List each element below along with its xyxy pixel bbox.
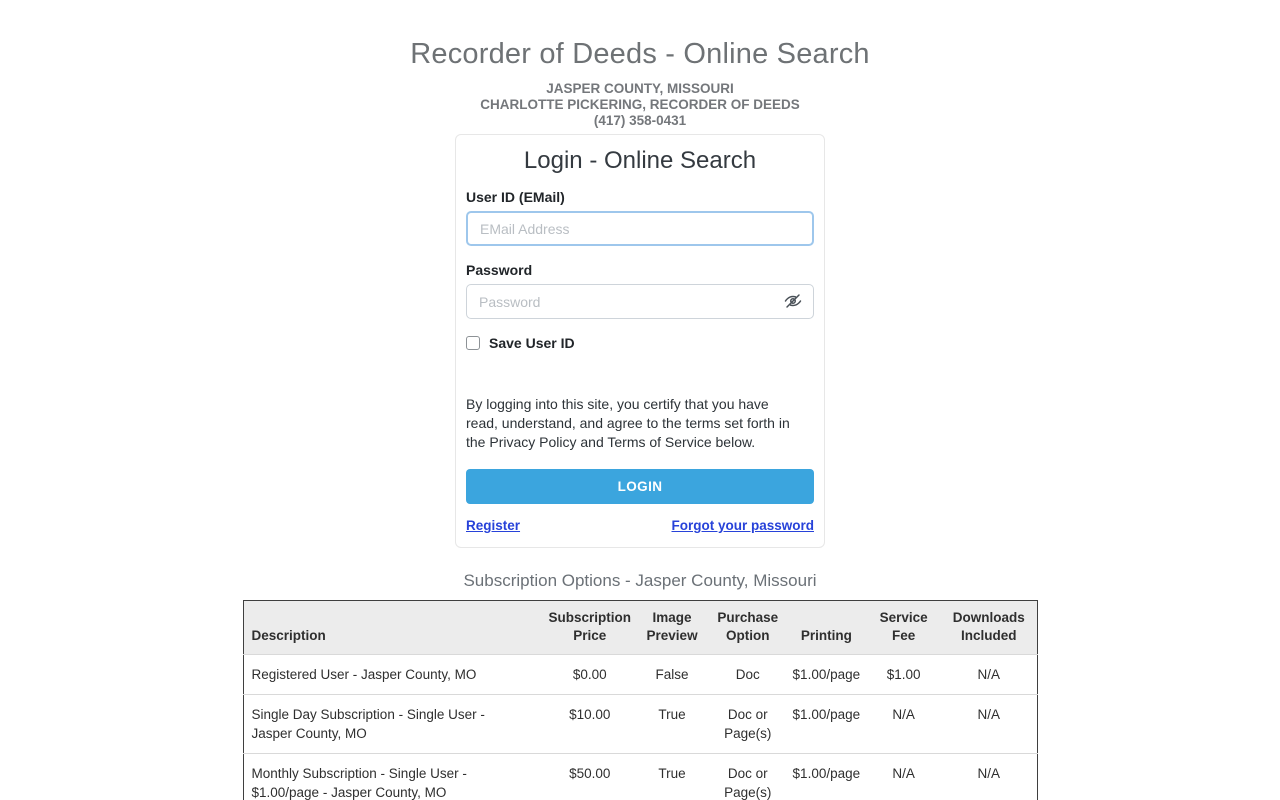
table-row: Monthly Subscription - Single User - $1.…: [243, 754, 1037, 800]
user-id-label: User ID (EMail): [466, 189, 819, 205]
cell-printing: $1.00/page: [786, 655, 866, 695]
column-header-downloads-included: Downloads Included: [941, 601, 1037, 655]
cell-purchase-option: Doc: [709, 655, 786, 695]
cell-subscription-price: $0.00: [545, 655, 636, 695]
subscription-table: Description Subscription Price Image Pre…: [243, 600, 1038, 800]
column-header-description: Description: [243, 601, 545, 655]
login-disclaimer: By logging into this site, you certify t…: [466, 395, 802, 452]
password-label: Password: [466, 262, 819, 278]
forgot-password-link[interactable]: Forgot your password: [671, 518, 814, 533]
cell-image-preview: True: [635, 754, 709, 800]
column-header-subscription-price: Subscription Price: [545, 601, 636, 655]
cell-image-preview: False: [635, 655, 709, 695]
eye-slash-icon: [783, 292, 803, 313]
password-input[interactable]: [466, 284, 814, 319]
subtitle-county: JASPER COUNTY, MISSOURI: [0, 81, 1280, 97]
column-header-image-preview: Image Preview: [635, 601, 709, 655]
subscription-table-header: Description Subscription Price Image Pre…: [243, 601, 1037, 655]
column-header-service-fee: Service Fee: [866, 601, 941, 655]
cell-description: Single Day Subscription - Single User - …: [243, 695, 545, 754]
cell-subscription-price: $10.00: [545, 695, 636, 754]
email-input[interactable]: [466, 211, 814, 246]
login-card: Login - Online Search User ID (EMail) Pa…: [455, 134, 825, 548]
page-title: Recorder of Deeds - Online Search: [0, 38, 1280, 71]
table-row: Single Day Subscription - Single User - …: [243, 695, 1037, 754]
cell-service-fee: N/A: [866, 754, 941, 800]
save-user-id-label: Save User ID: [489, 335, 575, 351]
cell-downloads-included: N/A: [941, 695, 1037, 754]
cell-downloads-included: N/A: [941, 754, 1037, 800]
cell-service-fee: N/A: [866, 695, 941, 754]
login-heading: Login - Online Search: [461, 147, 819, 175]
cell-printing: $1.00/page: [786, 754, 866, 800]
page-subtitle: JASPER COUNTY, MISSOURI CHARLOTTE PICKER…: [0, 81, 1280, 129]
login-button[interactable]: LOGIN: [466, 469, 814, 504]
cell-subscription-price: $50.00: [545, 754, 636, 800]
column-header-purchase-option: Purchase Option: [709, 601, 786, 655]
column-header-printing: Printing: [786, 601, 866, 655]
cell-purchase-option: Doc or Page(s): [709, 754, 786, 800]
register-link[interactable]: Register: [466, 518, 520, 533]
cell-purchase-option: Doc or Page(s): [709, 695, 786, 754]
cell-image-preview: True: [635, 695, 709, 754]
cell-printing: $1.00/page: [786, 695, 866, 754]
cell-description: Registered User - Jasper County, MO: [243, 655, 545, 695]
cell-description: Monthly Subscription - Single User - $1.…: [243, 754, 545, 800]
password-visibility-toggle[interactable]: [782, 292, 804, 312]
cell-service-fee: $1.00: [866, 655, 941, 695]
subtitle-phone: (417) 358-0431: [0, 113, 1280, 129]
page-header: Recorder of Deeds - Online Search JASPER…: [0, 38, 1280, 129]
table-row: Registered User - Jasper County, MO $0.0…: [243, 655, 1037, 695]
save-user-id-checkbox[interactable]: [466, 336, 480, 350]
subscription-title: Subscription Options - Jasper County, Mi…: [0, 571, 1280, 591]
cell-downloads-included: N/A: [941, 655, 1037, 695]
subtitle-recorder: CHARLOTTE PICKERING, RECORDER OF DEEDS: [0, 97, 1280, 113]
